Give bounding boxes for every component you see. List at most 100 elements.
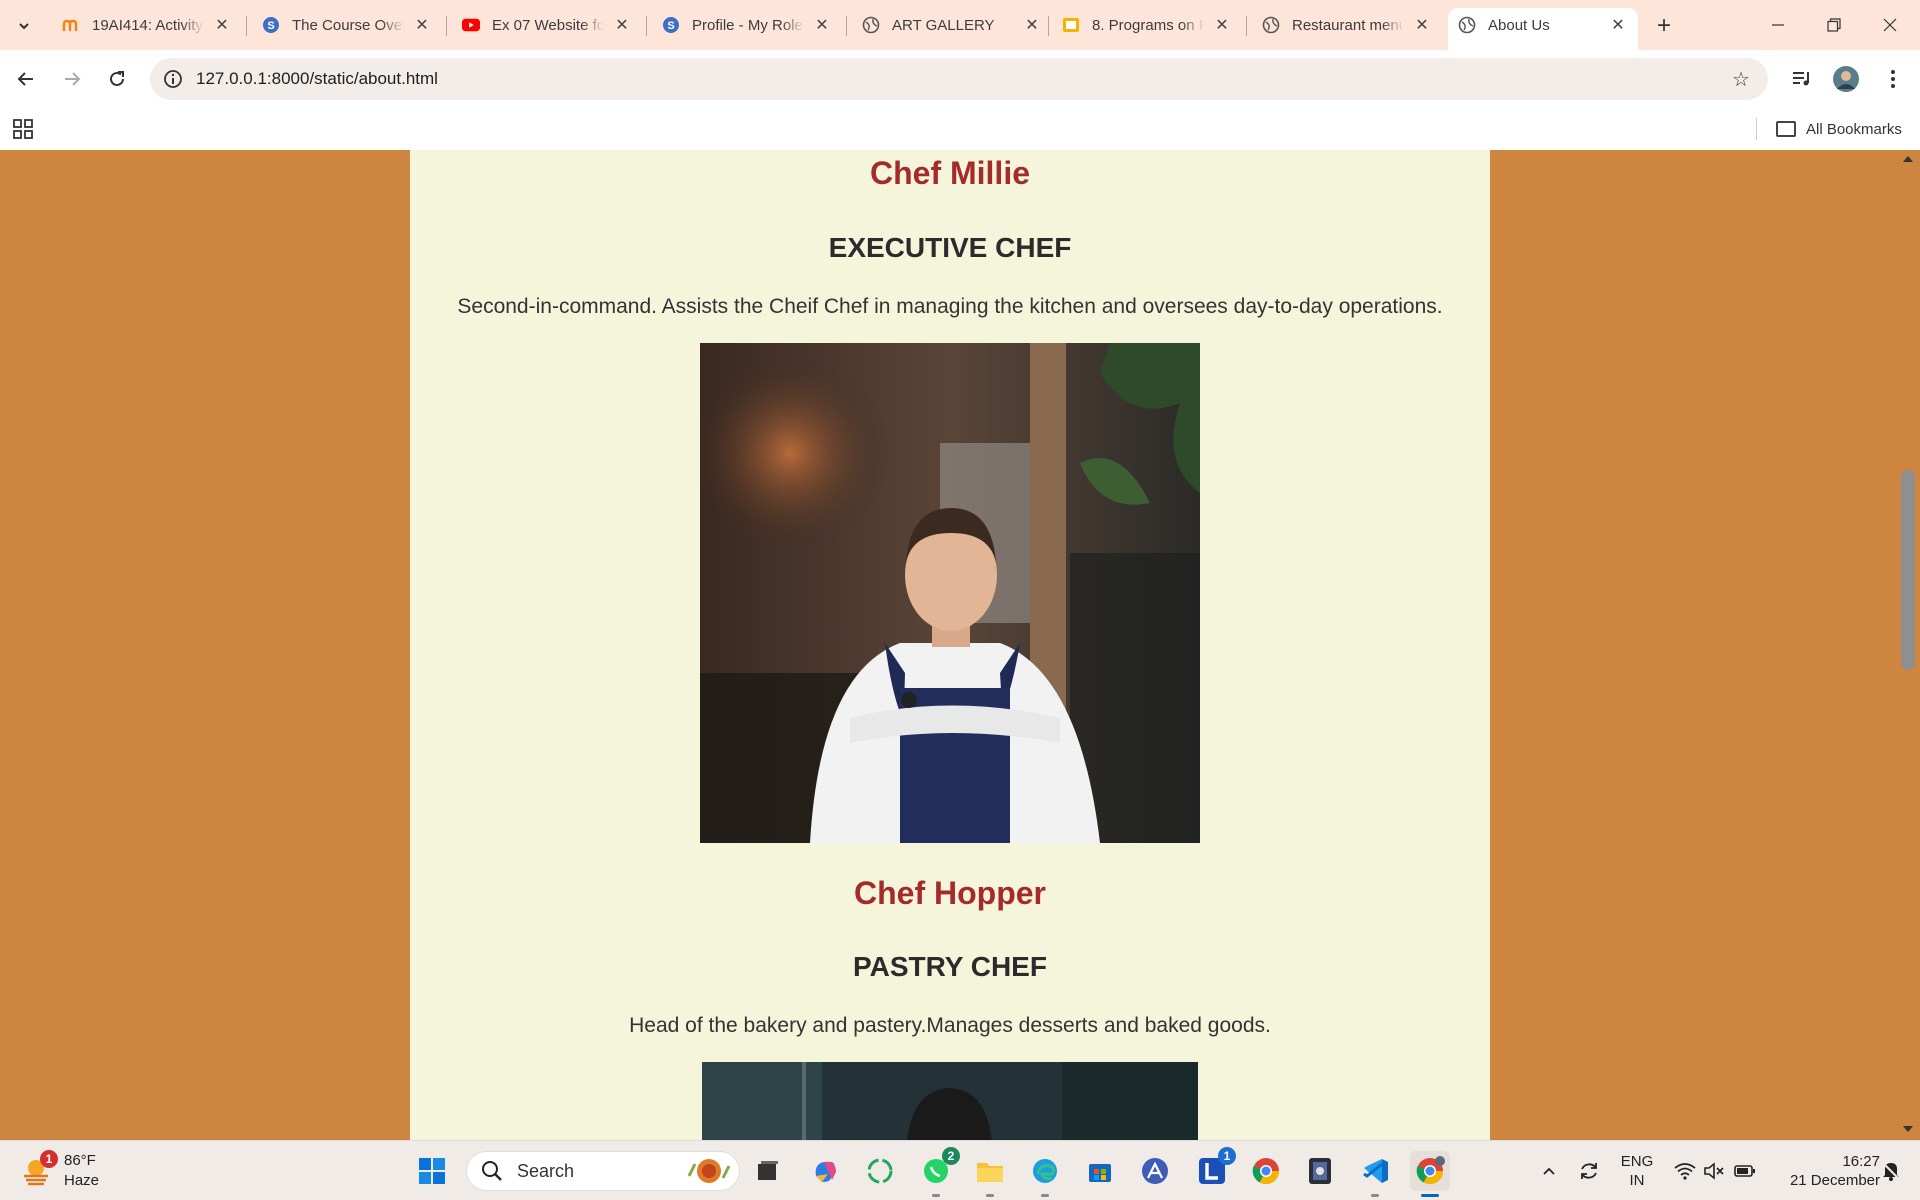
profile-avatar[interactable] xyxy=(1830,63,1862,95)
profile-icon: S xyxy=(662,16,680,34)
media-control-icon[interactable] xyxy=(1786,63,1818,95)
course-icon: S xyxy=(262,16,280,34)
all-bookmarks-label: All Bookmarks xyxy=(1806,120,1902,138)
l-app-icon[interactable]: 1 xyxy=(1192,1147,1236,1191)
globe-icon xyxy=(1458,16,1476,34)
tab-title: Ex 07 Website fo xyxy=(492,16,604,34)
tab-title: Profile - My Role xyxy=(692,16,803,34)
page-scrollbar[interactable] xyxy=(1898,150,1920,1140)
more-menu-icon[interactable] xyxy=(1877,63,1909,95)
vscode-icon[interactable] xyxy=(1355,1151,1395,1197)
weather-badge: 1 xyxy=(40,1150,58,1168)
chef-role: EXECUTIVE CHEF xyxy=(828,232,1072,263)
folder-icon xyxy=(1776,121,1796,137)
wifi-icon[interactable] xyxy=(1672,1151,1698,1191)
language-bottom: IN xyxy=(1629,1172,1645,1189)
tab-title: About Us xyxy=(1488,16,1550,34)
tab-title: 19AI414: Activity xyxy=(92,16,203,34)
search-icon xyxy=(482,1161,502,1181)
new-tab-button[interactable]: + xyxy=(1650,12,1678,40)
chef-role: PASTRY CHEF xyxy=(853,951,1047,982)
l-app-badge: 1 xyxy=(1218,1147,1236,1165)
search-label: Search xyxy=(517,1160,575,1181)
weather-condition: Haze xyxy=(64,1172,100,1189)
tab-close-icon[interactable]: ✕ xyxy=(812,15,832,35)
scroll-down-icon[interactable] xyxy=(1903,1126,1913,1132)
whatsapp-icon[interactable]: 2 xyxy=(916,1147,960,1197)
moodle-icon xyxy=(62,16,80,34)
notification-bell-icon[interactable] xyxy=(1876,1151,1906,1191)
taskbar-search[interactable]: Search xyxy=(466,1151,740,1191)
show-hidden-icons-chevron-icon[interactable] xyxy=(1536,1151,1562,1191)
bookmarks-bar: All Bookmarks xyxy=(0,108,1920,150)
windows-taskbar: 1 86°F Haze Search 2 1 ENG IN 16:27 21 D… xyxy=(0,1140,1920,1200)
about-content: Chef Millie EXECUTIVE CHEF Second-in-com… xyxy=(410,150,1490,1140)
chrome-icon[interactable] xyxy=(1246,1151,1286,1191)
clock[interactable]: 16:27 21 December xyxy=(1770,1151,1880,1191)
battery-icon[interactable] xyxy=(1732,1151,1758,1191)
language-top: ENG xyxy=(1620,1153,1654,1170)
chef-name: Chef Millie xyxy=(869,155,1030,191)
svg-text:S: S xyxy=(267,20,274,32)
tab-close-icon[interactable]: ✕ xyxy=(1608,15,1628,35)
youtube-icon xyxy=(462,16,480,34)
tab-close-icon[interactable]: ✕ xyxy=(612,15,632,35)
tab-title: ART GALLERY xyxy=(892,16,995,34)
weather-haze-icon: 1 xyxy=(22,1150,58,1186)
clock-time: 16:27 xyxy=(1842,1153,1880,1170)
site-info-icon[interactable] xyxy=(162,68,184,90)
back-arrow-icon[interactable] xyxy=(10,63,42,95)
language-indicator[interactable]: ENG IN xyxy=(1614,1151,1660,1191)
store-icon[interactable] xyxy=(1080,1151,1120,1191)
minimize-icon[interactable] xyxy=(1750,0,1806,50)
globe-icon xyxy=(1262,16,1280,34)
chef-millie-photo xyxy=(700,343,1200,843)
clock-date: 21 December xyxy=(1789,1172,1880,1189)
apps-grid-icon[interactable] xyxy=(12,118,34,140)
tab-close-icon[interactable]: ✕ xyxy=(1212,15,1232,35)
close-window-icon[interactable] xyxy=(1862,0,1918,50)
arc-app-icon[interactable] xyxy=(1135,1151,1175,1191)
sync-icon[interactable] xyxy=(1574,1151,1604,1191)
file-explorer-icon[interactable] xyxy=(970,1151,1010,1197)
restore-icon[interactable] xyxy=(1806,0,1862,50)
globe-icon xyxy=(862,16,880,34)
tab-course-overview[interactable]: S The Course Over ✕ xyxy=(252,8,442,42)
tab-title: The Course Over xyxy=(292,16,404,34)
browser-toolbar: 127.0.0.1:8000/static/about.html ☆ xyxy=(0,50,1920,108)
tab-profile[interactable]: S Profile - My Role ✕ xyxy=(652,8,842,42)
svg-text:S: S xyxy=(667,20,674,32)
refresh-app-icon[interactable] xyxy=(860,1151,900,1191)
tab-ex07-website[interactable]: Ex 07 Website fo ✕ xyxy=(452,8,642,42)
chef-description: Head of the bakery and pastery.Manages d… xyxy=(629,1014,1271,1037)
bookmark-star-icon[interactable]: ☆ xyxy=(1728,66,1754,92)
scroll-up-icon[interactable] xyxy=(1903,156,1913,162)
address-bar[interactable]: 127.0.0.1:8000/static/about.html ☆ xyxy=(150,58,1768,100)
chef-description: Second-in-command. Assists the Cheif Che… xyxy=(457,295,1443,318)
tab-19ai414[interactable]: 19AI414: Activity ✕ xyxy=(52,8,242,42)
tab-close-icon[interactable]: ✕ xyxy=(1022,15,1042,35)
tab-close-icon[interactable]: ✕ xyxy=(412,15,432,35)
tab-title: 8. Programs on F xyxy=(1092,16,1204,34)
chef-name: Chef Hopper xyxy=(854,875,1046,911)
tab-restaurant-menu[interactable]: Restaurant menu ✕ xyxy=(1252,8,1442,42)
scrollbar-thumb[interactable] xyxy=(1901,470,1915,670)
chrome-active-icon[interactable] xyxy=(1410,1151,1450,1197)
start-button[interactable] xyxy=(412,1151,452,1191)
weather-widget[interactable]: 1 86°F Haze xyxy=(22,1149,99,1193)
tab-art-gallery[interactable]: ART GALLERY ✕ xyxy=(852,8,1052,42)
volume-muted-icon[interactable] xyxy=(1701,1151,1727,1191)
tab-programs[interactable]: 8. Programs on F ✕ xyxy=(1052,8,1242,42)
chef-hopper-photo xyxy=(702,1062,1198,1140)
tab-about-us[interactable]: About Us ✕ xyxy=(1448,8,1638,50)
task-view-icon[interactable] xyxy=(748,1151,788,1191)
forward-arrow-icon[interactable] xyxy=(56,63,88,95)
all-bookmarks-button[interactable]: All Bookmarks xyxy=(1776,116,1902,142)
edge-icon[interactable] xyxy=(1025,1151,1065,1197)
reload-icon[interactable] xyxy=(101,63,133,95)
tab-close-icon[interactable]: ✕ xyxy=(212,15,232,35)
tab-close-icon[interactable]: ✕ xyxy=(1412,15,1432,35)
tab-search-chevron-icon[interactable] xyxy=(10,12,38,40)
copilot-icon[interactable] xyxy=(805,1151,845,1191)
calculator-app-icon[interactable] xyxy=(1300,1151,1340,1191)
